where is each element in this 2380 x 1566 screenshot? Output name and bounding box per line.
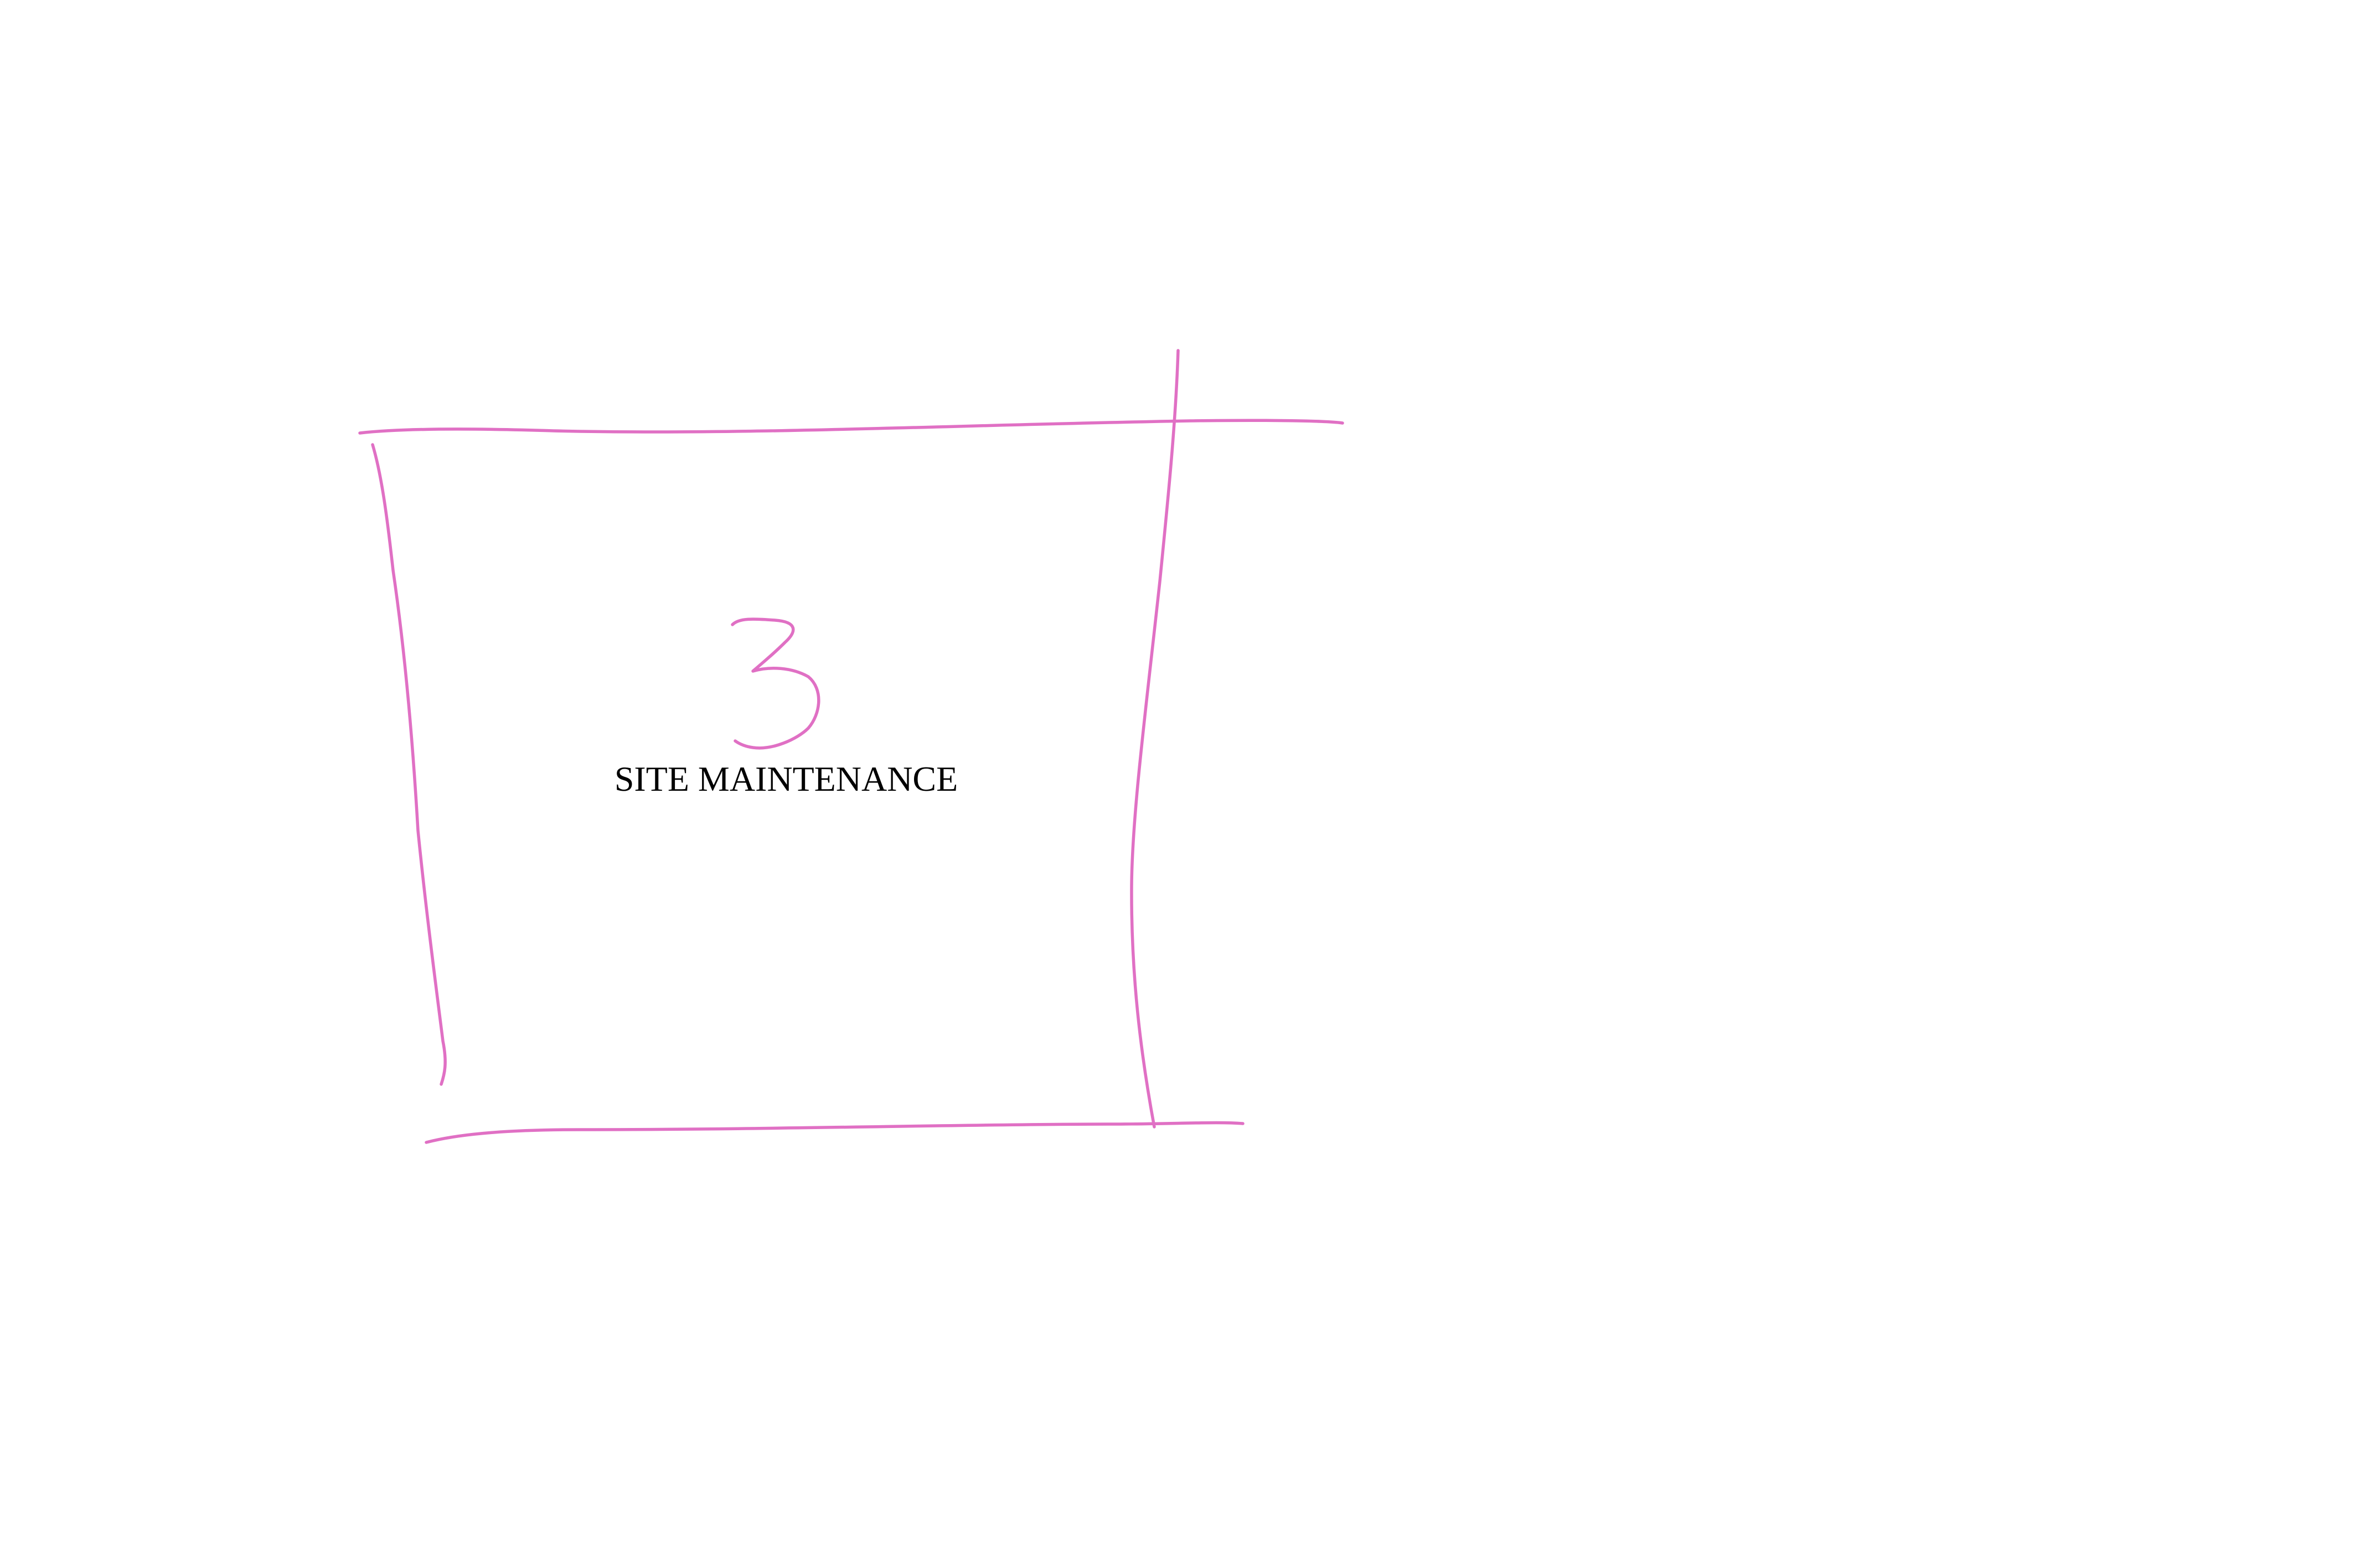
sketch-canvas xyxy=(358,349,1344,1144)
frame-top-line xyxy=(358,419,1344,435)
frame-left-line xyxy=(371,443,447,1086)
handwritten-number-3 xyxy=(731,617,820,750)
panel-caption: SITE MAINTENANCE xyxy=(614,759,958,799)
frame-right-line xyxy=(1130,349,1180,1129)
frame-bottom-line xyxy=(425,1121,1245,1144)
